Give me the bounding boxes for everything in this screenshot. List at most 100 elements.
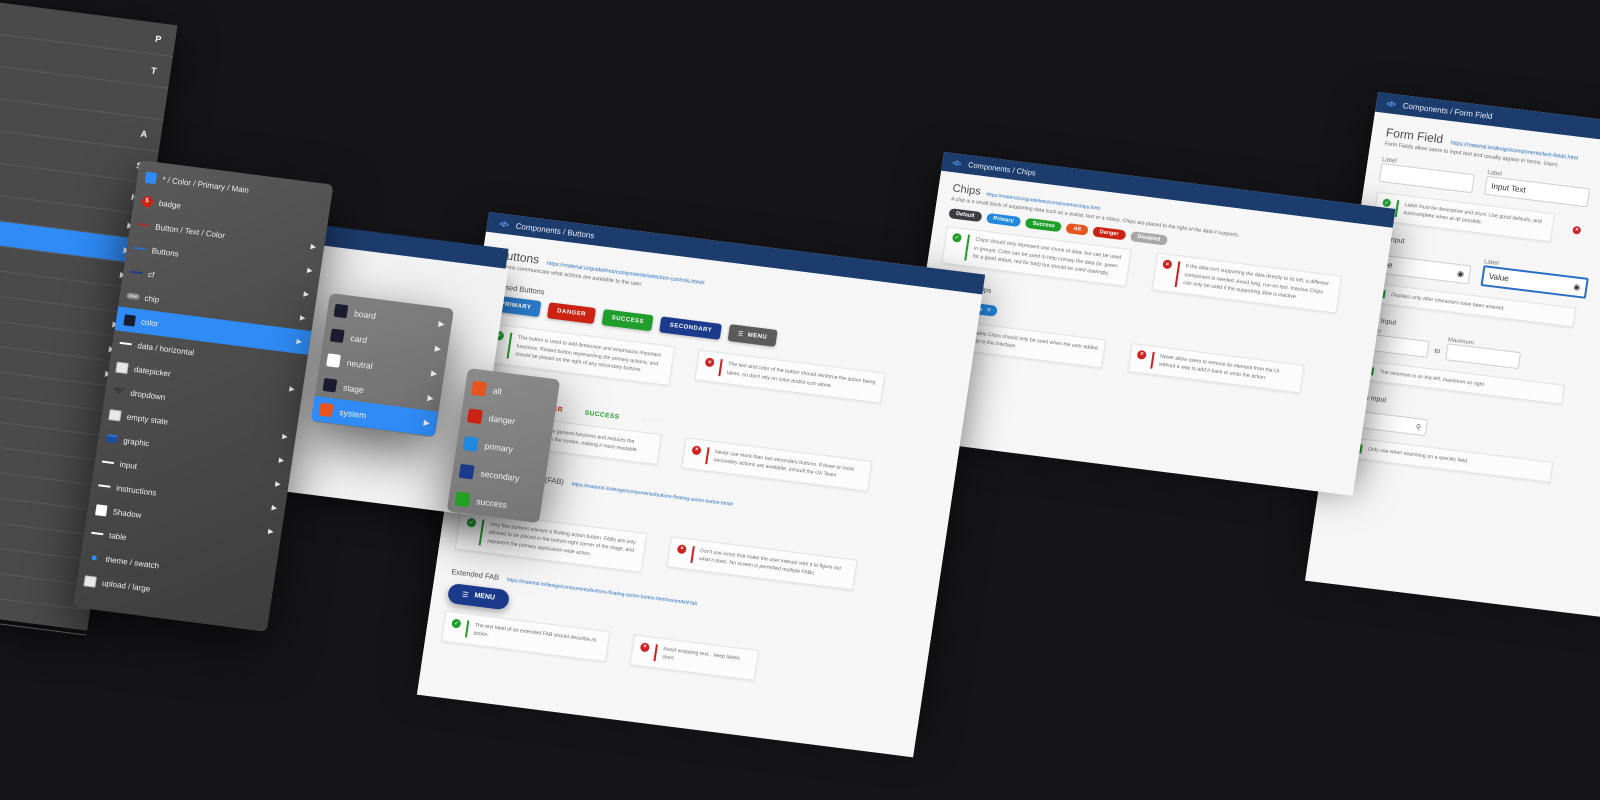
menu-item-label: dropdown xyxy=(129,388,167,402)
line-white-icon xyxy=(97,480,113,493)
callout-text: Very few screens warrant a floating acti… xyxy=(486,521,637,558)
badge-5-icon: 5 xyxy=(139,195,155,208)
menu-item-label: neutral xyxy=(346,357,374,371)
raised-button[interactable]: DANGER xyxy=(546,301,597,324)
color-swatch-icon xyxy=(322,377,338,393)
callout-text: Avoid wrapping text... keep labels short… xyxy=(661,645,741,662)
chevron-right-icon: ▶ xyxy=(306,267,313,275)
clear-icon[interactable]: ◉ xyxy=(1573,282,1581,292)
color-swatch-icon xyxy=(333,303,349,319)
upload-icon xyxy=(82,574,98,588)
text-field-value: Input Text xyxy=(1490,181,1527,195)
chevron-right-icon: ▶ xyxy=(423,417,431,428)
chevron-right-icon: ▶ xyxy=(295,338,303,346)
callout-text: Displays only after characters have been… xyxy=(1390,291,1506,312)
raised-button-label: PRIMARY xyxy=(500,300,532,311)
chevron-right-icon: ▶ xyxy=(274,480,282,489)
callout-text: This button is used to add dimension and… xyxy=(514,334,662,374)
callout-text: Never use more than two secondary button… xyxy=(713,448,855,479)
chip[interactable]: Success xyxy=(1024,217,1063,233)
menu-item-label: primary xyxy=(483,440,514,455)
square-white-icon xyxy=(93,503,109,516)
chevron-right-icon: ▶ xyxy=(267,528,274,536)
color-swatch-icon xyxy=(471,380,488,397)
chevron-right-icon: ▶ xyxy=(271,504,278,513)
menu-item-label: chip xyxy=(144,293,160,305)
chip-small-icon: Small xyxy=(125,290,141,303)
chevron-right-icon: ▶ xyxy=(426,393,435,403)
chip[interactable]: Disabled xyxy=(1129,231,1168,246)
menu-item-label: secondary xyxy=(479,468,521,484)
error-icon: × xyxy=(676,544,687,555)
sidebar-shortcut-key: P xyxy=(154,33,163,44)
chevron-right-icon: ▶ xyxy=(288,385,296,394)
menu-item-label: board xyxy=(353,307,377,321)
chevron-right-icon: ▶ xyxy=(303,290,310,299)
range-separator: to xyxy=(1433,347,1441,356)
raised-button-label: SUCCESS xyxy=(611,314,645,325)
callout-bad: × Avoid wrapping text... keep labels sho… xyxy=(629,634,760,681)
clear-icon[interactable]: ◉ xyxy=(1456,269,1464,279)
menu-item-label: upload / large xyxy=(101,578,151,594)
chevron-right-icon: ▶ xyxy=(310,243,317,252)
raised-button[interactable]: SUCCESS xyxy=(601,308,655,331)
chip[interactable]: Danger xyxy=(1091,226,1127,241)
check-icon: ✓ xyxy=(951,232,963,243)
error-icon: × xyxy=(1572,226,1582,235)
app-stage: </> Components / Form Field Form Field h… xyxy=(0,0,1600,800)
menu-item-label: stage xyxy=(342,381,365,395)
menu-item-label: alt xyxy=(492,385,503,397)
hamburger-icon: ☰ xyxy=(461,591,469,599)
line-white-icon xyxy=(118,337,134,350)
color-swatch-icon xyxy=(458,463,475,480)
close-icon[interactable]: ✕ xyxy=(986,307,992,315)
menu-item-label: Button / Text / Color xyxy=(154,222,226,240)
line-white-icon xyxy=(90,527,106,540)
flat-button[interactable]: WHITE xyxy=(641,416,665,426)
chevron-right-icon: ▶ xyxy=(430,368,438,379)
code-icon: </> xyxy=(1385,98,1396,109)
datepicker-icon xyxy=(114,361,130,374)
color-swatch-icon xyxy=(462,436,479,452)
hamburger-icon: ☰ xyxy=(737,331,745,338)
clear-input-value: Value xyxy=(1488,271,1510,283)
color-swatch-dark-icon xyxy=(121,313,137,327)
color-swatch-icon xyxy=(466,408,483,425)
menu-item-label: badge xyxy=(158,198,182,211)
chip[interactable]: Primary xyxy=(985,212,1022,228)
menu-item-label: input xyxy=(119,459,138,471)
line-white-icon xyxy=(100,456,116,469)
menu-item-label: * / Color / Primary / Main xyxy=(161,174,250,195)
color-swatch-icon xyxy=(143,171,159,184)
error-icon: × xyxy=(1136,349,1147,360)
callout-text: Don't use icons that make the user inter… xyxy=(698,547,842,578)
raised-button-label: MENU xyxy=(747,331,768,341)
brick-icon xyxy=(104,432,120,445)
extended-fab-button[interactable]: ☰ MENU xyxy=(446,582,511,610)
callout-text: Never allow users to remove an element f… xyxy=(1158,353,1280,382)
menu-item-label: empty state xyxy=(126,411,169,427)
error-icon: × xyxy=(1162,259,1173,270)
flat-button[interactable]: SUCCESS xyxy=(584,409,620,420)
color-swatch-icon xyxy=(329,328,345,344)
menu-item-label: graphic xyxy=(122,435,151,448)
sidebar-shortcut-key: A xyxy=(139,128,148,139)
chip[interactable]: Default xyxy=(948,208,983,223)
raised-button[interactable]: SECONDARY xyxy=(659,315,723,340)
chip[interactable]: Alt xyxy=(1065,223,1089,236)
menu-item-label: success xyxy=(475,496,508,510)
callout-text: The text and color of the button should … xyxy=(726,361,876,389)
callout-text: Chips should only represent one chunk of… xyxy=(972,236,1122,277)
menu-item-label: system xyxy=(338,406,368,421)
callout-text: The text label of an extended FAB should… xyxy=(473,622,597,644)
chevron-right-icon: ▶ xyxy=(434,343,442,354)
raised-button[interactable]: ☰ MENU xyxy=(727,324,778,347)
search-icon[interactable]: ⚲ xyxy=(1415,423,1421,432)
callout-text: Deleteable Chips should only be used whe… xyxy=(959,328,1099,352)
extended-fab-label: MENU xyxy=(473,592,496,602)
color-swatch-icon xyxy=(318,402,334,418)
color-swatch-icon xyxy=(326,353,341,368)
dot-blue-icon xyxy=(86,551,102,564)
text-line-blue-icon xyxy=(132,242,148,255)
menu-item-label: datepicker xyxy=(133,364,172,379)
